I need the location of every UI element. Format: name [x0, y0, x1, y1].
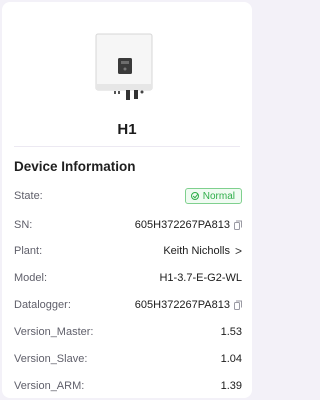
row-version-slave: Version_Slave: 1.04 [14, 349, 242, 369]
status-badge: Normal [184, 188, 242, 204]
row-version-arm: Version_ARM: 1.39 [14, 376, 242, 396]
copy-icon[interactable] [234, 220, 242, 230]
row-plant[interactable]: Plant: Keith Nicholls > [14, 241, 242, 261]
datalogger-value: 605H372267PA813 [134, 299, 230, 311]
state-label: State: [14, 190, 43, 202]
row-datalogger: Datalogger: 605H372267PA813 [14, 295, 242, 315]
section-title: Device Information [14, 159, 136, 174]
version-master-label: Version_Master: [14, 326, 94, 338]
device-header: H1 [2, 2, 252, 146]
divider [14, 146, 240, 147]
sn-value: 605H372267PA813 [134, 219, 230, 231]
check-circle-icon [190, 192, 199, 200]
sn-label: SN: [14, 219, 33, 231]
device-info-card: H1 Device Information State: Normal SN: … [2, 2, 252, 398]
model-value: H1-3.7-E-G2-WL [159, 272, 242, 284]
copy-icon[interactable] [234, 300, 242, 310]
row-state: State: Normal [14, 186, 242, 206]
version-slave-label: Version_Slave: [14, 353, 88, 365]
version-master-value: 1.53 [220, 326, 242, 338]
row-version-master: Version_Master: 1.53 [14, 322, 242, 342]
chevron-right-icon[interactable]: > [235, 244, 242, 258]
version-arm-label: Version_ARM: [14, 380, 85, 392]
inverter-image [95, 33, 153, 100]
row-model: Model: H1-3.7-E-G2-WL [14, 268, 242, 288]
model-label: Model: [14, 272, 48, 284]
state-value: Normal [202, 190, 235, 202]
device-name: H1 [117, 121, 137, 138]
version-slave-value: 1.04 [220, 353, 242, 365]
datalogger-label: Datalogger: [14, 299, 71, 311]
row-sn: SN: 605H372267PA813 [14, 215, 242, 235]
plant-value[interactable]: Keith Nicholls [163, 245, 230, 257]
plant-label: Plant: [14, 245, 43, 257]
version-arm-value: 1.39 [220, 380, 242, 392]
